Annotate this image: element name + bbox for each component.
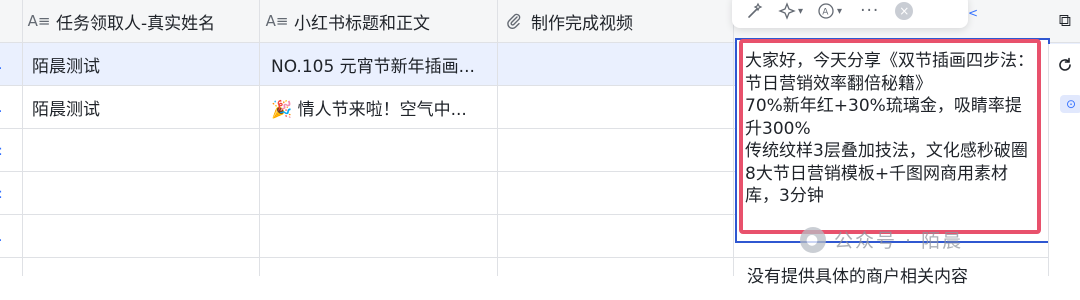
column-divider <box>259 0 260 276</box>
watermark: ● 公众号 · 陌晨 <box>800 226 963 253</box>
column-divider <box>22 0 23 276</box>
column-header-label: 任务领取人-真实姓名 <box>56 13 216 34</box>
copy-icon[interactable]: ⧉ <box>1050 6 1080 36</box>
chevron-down-icon: ▾ <box>837 5 843 17</box>
watermark-text: 公众号 · 陌晨 <box>834 230 964 252</box>
row-index-marker: . <box>0 57 2 73</box>
attachment-icon <box>505 12 523 30</box>
floating-toolbar: ▾ A ▾ ··· × < <box>732 0 978 28</box>
cell-title[interactable]: 🎉 情人节来啦！空气中... <box>271 86 493 128</box>
row-index-marker: . <box>0 100 2 116</box>
refresh-icon[interactable] <box>1050 50 1080 80</box>
svg-text:A: A <box>822 8 829 18</box>
cell-assignee[interactable]: 陌晨测试 <box>32 86 252 128</box>
row-index-marker: . <box>0 229 2 245</box>
column-divider <box>733 0 734 276</box>
column-header-title[interactable]: A≡ 小红书标题和正文 <box>265 0 493 42</box>
column-header-label: 制作完成视频 <box>531 13 633 34</box>
chevron-down-icon: ▾ <box>798 5 804 17</box>
column-header-label: 小红书标题和正文 <box>294 13 430 34</box>
wechat-icon: ● <box>800 226 826 253</box>
magic-pen-icon[interactable] <box>746 2 764 20</box>
text-field-icon: A≡ <box>265 12 289 30</box>
row-index-marker: : <box>0 186 3 202</box>
cell-video[interactable] <box>505 43 725 85</box>
row-index-marker: : <box>0 143 3 159</box>
sparkle-icon[interactable]: ▾ <box>778 2 803 20</box>
translate-icon[interactable]: A ▾ <box>817 2 842 20</box>
cell-assignee[interactable]: 陌晨测试 <box>32 43 252 85</box>
close-icon[interactable]: × <box>895 2 914 20</box>
collapse-arrow-icon[interactable]: < <box>968 6 978 20</box>
text-field-icon: A≡ <box>27 12 51 30</box>
next-cell-text: 没有提供具体的商户相关内容 <box>747 267 968 287</box>
more-icon[interactable]: ··· <box>860 1 879 21</box>
column-header-assignee[interactable]: A≡ 任务领取人-真实姓名 <box>27 0 255 42</box>
cell-video[interactable] <box>505 86 725 128</box>
editor-text[interactable]: 大家好，今天分享《双节插画四步法：节日营销效率翻倍秘籍》 70%新年红+30%琉… <box>745 50 1035 208</box>
column-header-video[interactable]: 制作完成视频 <box>505 0 725 42</box>
column-divider <box>497 0 498 276</box>
cell-title[interactable]: NO.105 元宵节新年插画... <box>271 43 493 85</box>
status-badge[interactable]: ⊙ <box>1060 95 1080 113</box>
